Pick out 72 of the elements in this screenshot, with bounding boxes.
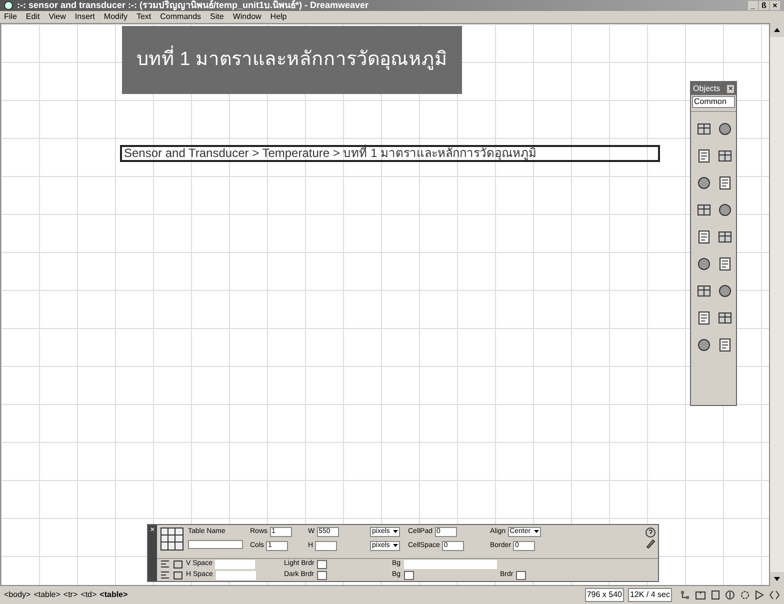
input-field[interactable] (404, 560, 497, 569)
menu-item[interactable]: Modify (104, 11, 128, 23)
table-name-field[interactable] (188, 540, 243, 548)
color-swatch[interactable] (404, 571, 414, 580)
object-icon[interactable] (697, 176, 711, 190)
tag-selector[interactable]: <table> (34, 589, 60, 601)
align-icon[interactable] (160, 571, 170, 580)
site-icon[interactable] (680, 590, 690, 600)
align-icon[interactable] (160, 560, 170, 569)
gear-icon[interactable] (740, 590, 750, 600)
tag-selector[interactable]: <td> (80, 589, 97, 601)
object-icon[interactable] (697, 284, 711, 298)
help-icon[interactable] (645, 527, 656, 538)
category-dropdown[interactable]: Common (692, 96, 735, 108)
object-icon[interactable] (697, 338, 711, 352)
minimize-button[interactable]: _ (748, 1, 758, 10)
color-swatch[interactable] (316, 571, 327, 580)
tag-selector[interactable]: <body> (4, 589, 31, 601)
edit-icon[interactable] (645, 538, 656, 549)
menu-item[interactable]: File (4, 11, 17, 23)
caret-icon (534, 530, 539, 534)
circle-icon[interactable] (725, 590, 735, 600)
scroll-down-icon[interactable] (770, 572, 784, 586)
input-field[interactable] (216, 571, 256, 580)
object-icon[interactable] (697, 230, 711, 244)
object-icon[interactable] (697, 311, 711, 325)
tag-selector[interactable]: <table> (100, 589, 128, 601)
object-icon[interactable] (697, 122, 711, 136)
input-field[interactable] (215, 560, 256, 569)
object-icon[interactable] (718, 284, 732, 298)
object-icon[interactable] (718, 311, 732, 325)
menu-item[interactable]: View (48, 11, 66, 23)
code-icon[interactable] (769, 590, 780, 600)
color-swatch[interactable] (317, 560, 328, 569)
object-icon[interactable] (697, 203, 711, 217)
window-title: :-: sensor and transducer :-: (รวมปริญญานิพนธ์/temp_unit1บ.นิพนธ์*) - Dreamweaver (17, 0, 369, 12)
object-icon[interactable] (718, 122, 732, 136)
object-icon[interactable] (718, 230, 732, 244)
menu-item[interactable]: Help (270, 11, 287, 23)
close-button[interactable]: × (150, 525, 155, 534)
menu-item[interactable]: Commands (160, 11, 202, 23)
object-icon[interactable] (718, 149, 732, 163)
book-icon[interactable] (695, 590, 706, 600)
download-time-text: 12K / 4 sec (628, 588, 672, 602)
object-icon[interactable] (718, 203, 732, 217)
tag-selector[interactable]: <tr> (63, 589, 78, 601)
object-icon[interactable] (718, 176, 732, 190)
object-icon[interactable] (697, 257, 711, 271)
color-swatch[interactable] (516, 571, 526, 580)
menu-item[interactable]: Text (136, 11, 152, 23)
page-icon[interactable] (711, 590, 720, 600)
menu-item[interactable]: Window (232, 11, 262, 23)
window-size-text[interactable]: 796 x 540 (584, 588, 624, 602)
close-button[interactable]: × (770, 1, 780, 10)
menu-item[interactable]: Site (210, 11, 224, 23)
object-icon[interactable] (718, 338, 732, 352)
caret-icon (392, 530, 398, 534)
object-icon[interactable] (697, 149, 711, 163)
app-icon (4, 1, 13, 10)
menu-item[interactable]: Edit (26, 11, 40, 23)
maximize-button[interactable]: ß (759, 1, 769, 10)
panel-title: Objects (693, 82, 720, 94)
input-field[interactable] (315, 540, 338, 551)
object-icon[interactable] (718, 257, 732, 271)
caret-icon (392, 544, 398, 548)
play-icon[interactable] (755, 590, 764, 600)
table-icon (160, 527, 184, 551)
breadcrumb-text: Sensor and Transducer > Temperature > บทที่ 1 มาตราและหลักการวัดอุณหภูมิ (120, 145, 660, 162)
scroll-up-icon[interactable] (770, 23, 784, 37)
close-button[interactable]: × (727, 84, 734, 92)
banner-heading: บทที่ 1 มาตราและหลักการวัดอุณหภูมิ (122, 26, 462, 94)
menu-item[interactable]: Insert (74, 11, 95, 23)
